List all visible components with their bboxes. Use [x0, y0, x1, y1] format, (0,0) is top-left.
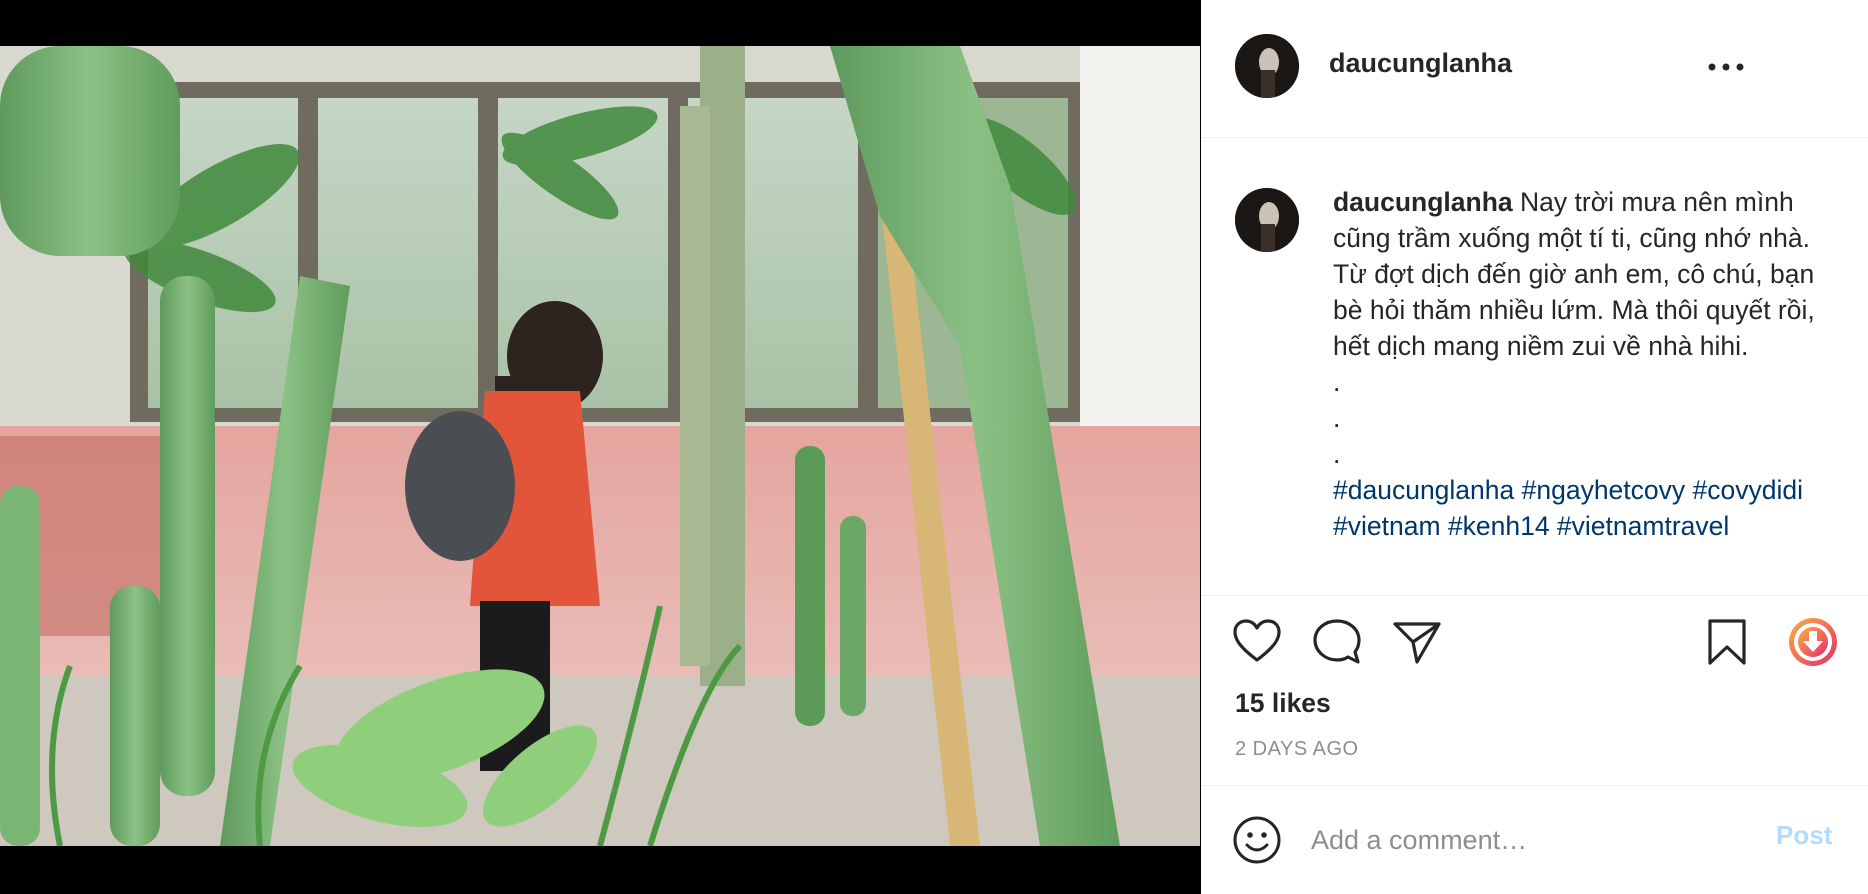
download-icon[interactable]	[1787, 616, 1839, 668]
post-comment-button[interactable]: Post	[1776, 820, 1832, 851]
instagram-post: daucunglanha daucunglanha Nay trời mưa n…	[0, 0, 1868, 894]
avatar[interactable]	[1235, 34, 1299, 98]
caption-dot: .	[1333, 403, 1341, 433]
action-bar	[1201, 596, 1868, 688]
caption-hashtags[interactable]: #daucunglanha #ngayhetcovy #covydidi #vi…	[1333, 475, 1803, 541]
heart-icon[interactable]	[1231, 616, 1283, 668]
post-caption: daucunglanha Nay trời mưa nên mình cũng …	[1333, 184, 1833, 544]
post-sidebar: daucunglanha daucunglanha Nay trời mưa n…	[1201, 0, 1868, 894]
comment-input[interactable]	[1311, 818, 1741, 862]
comment-bubble-icon[interactable]	[1311, 616, 1363, 668]
more-options-icon[interactable]	[1706, 60, 1746, 74]
bookmark-icon[interactable]	[1701, 616, 1753, 668]
caption-avatar[interactable]	[1235, 188, 1299, 252]
paper-plane-icon[interactable]	[1391, 616, 1443, 668]
post-header: daucunglanha	[1201, 0, 1868, 138]
caption-dot: .	[1333, 439, 1341, 469]
caption-username[interactable]: daucunglanha	[1333, 187, 1513, 217]
comment-composer: Post	[1201, 785, 1868, 894]
post-timestamp[interactable]: 2 DAYS AGO	[1235, 738, 1359, 761]
post-media	[0, 0, 1200, 894]
smiley-icon[interactable]	[1231, 814, 1283, 866]
caption-dot: .	[1333, 367, 1341, 397]
header-username[interactable]: daucunglanha	[1329, 48, 1512, 79]
caption-section: daucunglanha Nay trời mưa nên mình cũng …	[1201, 138, 1868, 596]
post-photo[interactable]	[0, 46, 1200, 846]
like-count[interactable]: 15 likes	[1235, 688, 1331, 719]
